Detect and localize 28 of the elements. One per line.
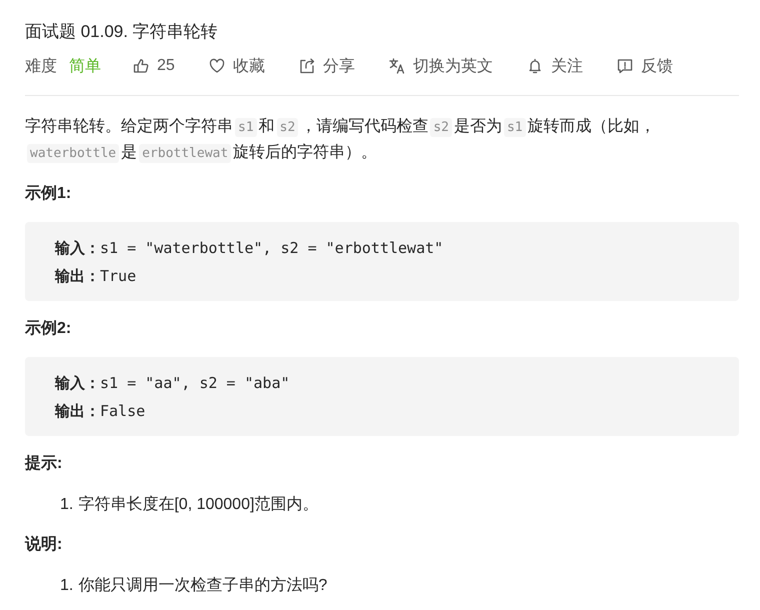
code-line: 输出：True <box>55 266 138 287</box>
share-icon[interactable] <box>298 58 315 74</box>
code-line: 输入：s1 = "aa", s2 = "aba" <box>55 373 291 394</box>
section-heading: 提示: <box>25 454 64 474</box>
follow-button[interactable]: 关注 <box>526 56 583 76</box>
difficulty-value: 简单 <box>69 56 101 76</box>
code-line: 输入：s1 = "waterbottle", s2 = "erbottlewat" <box>55 238 444 259</box>
section-heading: 说明: <box>25 534 64 555</box>
like-button[interactable]: 25 <box>133 57 175 75</box>
code-line: 输出：False <box>55 401 146 422</box>
section-heading: 示例2: <box>25 319 72 339</box>
list-item-text: 字符串长度在[0, 100000]范围内。 <box>78 494 318 515</box>
translate-button[interactable]: 切换为英文 <box>388 56 493 76</box>
speech-bubble-icon[interactable] <box>616 58 633 74</box>
share-button[interactable]: 分享 <box>298 56 355 76</box>
translate-icon[interactable] <box>388 58 405 74</box>
difficulty-label: 难度 <box>25 56 57 76</box>
thumbs-up-icon[interactable] <box>133 58 149 74</box>
section-heading: 示例1: <box>25 184 72 204</box>
feedback-button[interactable]: 反馈 <box>616 56 673 76</box>
heart-icon[interactable] <box>208 58 225 74</box>
list-item-text: 你能只调用一次检查子串的方法吗? <box>78 576 328 596</box>
description-paragraph: 字符串轮转。给定两个字符串 s1 和 s2 ，请编写代码检查 s2 是否为 s1 旋转而成（比如， waterbottle 是 erbottlewat 旋转后的字符串）。 <box>25 116 657 165</box>
favorite-button[interactable]: 收藏 <box>208 56 265 76</box>
problem-title: 面试题 01.09. 字符串轮转 <box>25 21 219 43</box>
list-number: 1. <box>60 495 74 515</box>
bell-icon[interactable] <box>526 58 543 74</box>
list-number: 1. <box>60 576 74 596</box>
